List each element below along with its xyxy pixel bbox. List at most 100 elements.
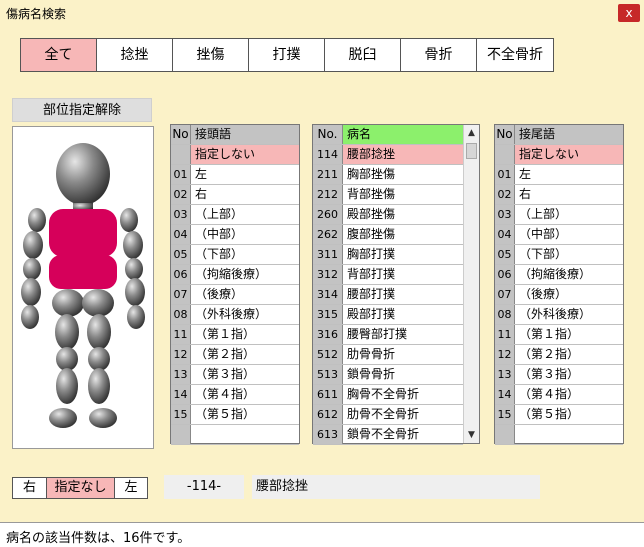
suffix-row-no: 01 bbox=[495, 165, 515, 184]
left-hand-part[interactable] bbox=[127, 305, 145, 329]
prefix-row-label: （上部） bbox=[195, 207, 244, 221]
disease-row[interactable]: 314 腰部打撲 bbox=[313, 285, 463, 305]
prefix-row[interactable]: 11 （第１指） bbox=[171, 325, 299, 345]
status-bar: 病名の該当件数は、16件です。 bbox=[0, 522, 644, 547]
right-shoulder-part[interactable] bbox=[28, 208, 46, 232]
prefix-row[interactable]: 03 （上部） bbox=[171, 205, 299, 225]
disease-row[interactable]: 312 背部打撲 bbox=[313, 265, 463, 285]
disease-row-no: 613 bbox=[313, 425, 343, 444]
disease-row-no: 312 bbox=[313, 265, 343, 284]
disease-row[interactable]: 315 殿部打撲 bbox=[313, 305, 463, 325]
suffix-row-label: （外科後療） bbox=[519, 307, 592, 321]
left-elbow-part[interactable] bbox=[125, 258, 143, 280]
scroll-up-icon[interactable]: ▲ bbox=[464, 125, 479, 141]
right-thigh-part[interactable] bbox=[55, 314, 79, 350]
right-upper-arm-part[interactable] bbox=[23, 231, 43, 259]
disease-row[interactable]: 316 腰臀部打撲 bbox=[313, 325, 463, 345]
suffix-row[interactable]: 14 （第４指） bbox=[495, 385, 623, 405]
disease-row-no: 262 bbox=[313, 225, 343, 244]
side-left-button[interactable]: 左 bbox=[115, 478, 147, 498]
prefix-row[interactable]: 01 左 bbox=[171, 165, 299, 185]
body-diagram bbox=[21, 143, 145, 428]
right-elbow-part[interactable] bbox=[23, 258, 41, 280]
right-knee-part[interactable] bbox=[56, 347, 78, 371]
suffix-row[interactable]: 05 （下部） bbox=[495, 245, 623, 265]
prefix-row[interactable]: 14 （第４指） bbox=[171, 385, 299, 405]
disease-scrollbar[interactable]: ▲ ▼ bbox=[463, 125, 479, 443]
disease-row[interactable]: 311 胸部打撲 bbox=[313, 245, 463, 265]
disease-row[interactable]: 262 腹部挫傷 bbox=[313, 225, 463, 245]
prefix-row[interactable]: 08 （外科後療） bbox=[171, 305, 299, 325]
tab-incomplete-fracture[interactable]: 不全骨折 bbox=[477, 39, 553, 71]
prefix-row[interactable]: 04 （中部） bbox=[171, 225, 299, 245]
scroll-down-icon[interactable]: ▼ bbox=[464, 427, 479, 443]
left-knee-part[interactable] bbox=[88, 347, 110, 371]
prefix-row[interactable]: 05 （下部） bbox=[171, 245, 299, 265]
prefix-row[interactable]: 12 （第２指） bbox=[171, 345, 299, 365]
clear-body-part-button[interactable]: 部位指定解除 bbox=[12, 98, 152, 122]
prefix-row-label bbox=[191, 425, 299, 444]
tab-bruise[interactable]: 打撲 bbox=[249, 39, 325, 71]
disease-row[interactable]: 612 肋骨不全骨折 bbox=[313, 405, 463, 425]
right-foot-part[interactable] bbox=[49, 408, 77, 428]
disease-row[interactable]: 211 胸部挫傷 bbox=[313, 165, 463, 185]
prefix-row[interactable]: 06 （拘縮後療） bbox=[171, 265, 299, 285]
suffix-row[interactable]: 03 （上部） bbox=[495, 205, 623, 225]
left-shoulder-part[interactable] bbox=[120, 208, 138, 232]
suffix-row-label: （後療） bbox=[519, 287, 568, 301]
tab-sprain[interactable]: 捻挫 bbox=[97, 39, 173, 71]
side-right-button[interactable]: 右 bbox=[13, 478, 47, 498]
disease-row-no: 260 bbox=[313, 205, 343, 224]
left-forearm-part[interactable] bbox=[125, 278, 145, 306]
prefix-row-no: 12 bbox=[171, 345, 191, 364]
left-thigh-part[interactable] bbox=[87, 314, 111, 350]
suffix-row[interactable]: 15 （第５指） bbox=[495, 405, 623, 425]
suffix-row[interactable]: 07 （後療） bbox=[495, 285, 623, 305]
suffix-row[interactable]: 12 （第２指） bbox=[495, 345, 623, 365]
disease-row[interactable]: 513 鎖骨骨折 bbox=[313, 365, 463, 385]
abdomen-part[interactable] bbox=[49, 255, 117, 289]
suffix-row[interactable]: 06 （拘縮後療） bbox=[495, 265, 623, 285]
left-foot-part[interactable] bbox=[89, 408, 117, 428]
disease-row[interactable]: 512 肋骨骨折 bbox=[313, 345, 463, 365]
disease-row-label: 腰部打撲 bbox=[347, 287, 396, 301]
head-part[interactable] bbox=[56, 143, 110, 205]
scroll-thumb[interactable] bbox=[466, 143, 477, 159]
suffix-row[interactable]: 04 （中部） bbox=[495, 225, 623, 245]
left-shin-part[interactable] bbox=[88, 368, 110, 404]
prefix-row[interactable]: 02 右 bbox=[171, 185, 299, 205]
suffix-row[interactable]: 02 右 bbox=[495, 185, 623, 205]
chest-part[interactable] bbox=[49, 209, 117, 257]
prefix-row[interactable]: 15 （第５指） bbox=[171, 405, 299, 425]
tab-dislocation[interactable]: 脱臼 bbox=[325, 39, 401, 71]
disease-row[interactable]: 114 腰部捻挫 bbox=[313, 145, 463, 165]
suffix-row[interactable]: 13 （第３指） bbox=[495, 365, 623, 385]
disease-row-label: 腰臀部打撲 bbox=[347, 327, 408, 341]
right-hip-part[interactable] bbox=[52, 289, 84, 317]
right-shin-part[interactable] bbox=[56, 368, 78, 404]
prefix-row[interactable]: 13 （第３指） bbox=[171, 365, 299, 385]
suffix-row-no: 13 bbox=[495, 365, 515, 384]
disease-row[interactable]: 613 鎖骨不全骨折 bbox=[313, 425, 463, 445]
prefix-row-none[interactable]: 指定しない bbox=[171, 145, 299, 165]
tab-contusion-strain[interactable]: 挫傷 bbox=[173, 39, 249, 71]
close-button[interactable]: x bbox=[618, 4, 640, 22]
suffix-row-none[interactable]: 指定しない bbox=[495, 145, 623, 165]
suffix-row[interactable]: 11 （第１指） bbox=[495, 325, 623, 345]
tab-all[interactable]: 全て bbox=[21, 39, 97, 71]
right-hand-part[interactable] bbox=[21, 305, 39, 329]
right-forearm-part[interactable] bbox=[21, 278, 41, 306]
prefix-row-no: 02 bbox=[171, 185, 191, 204]
side-none-button[interactable]: 指定なし bbox=[47, 478, 115, 498]
disease-row-label: 肋骨不全骨折 bbox=[347, 407, 420, 421]
left-upper-arm-part[interactable] bbox=[123, 231, 143, 259]
disease-row[interactable]: 260 殿部挫傷 bbox=[313, 205, 463, 225]
disease-row[interactable]: 212 背部挫傷 bbox=[313, 185, 463, 205]
suffix-row[interactable]: 08 （外科後療） bbox=[495, 305, 623, 325]
left-hip-part[interactable] bbox=[82, 289, 114, 317]
suffix-row-no: 11 bbox=[495, 325, 515, 344]
disease-row[interactable]: 611 胸骨不全骨折 bbox=[313, 385, 463, 405]
tab-fracture[interactable]: 骨折 bbox=[401, 39, 477, 71]
prefix-row[interactable]: 07 （後療） bbox=[171, 285, 299, 305]
suffix-row[interactable]: 01 左 bbox=[495, 165, 623, 185]
